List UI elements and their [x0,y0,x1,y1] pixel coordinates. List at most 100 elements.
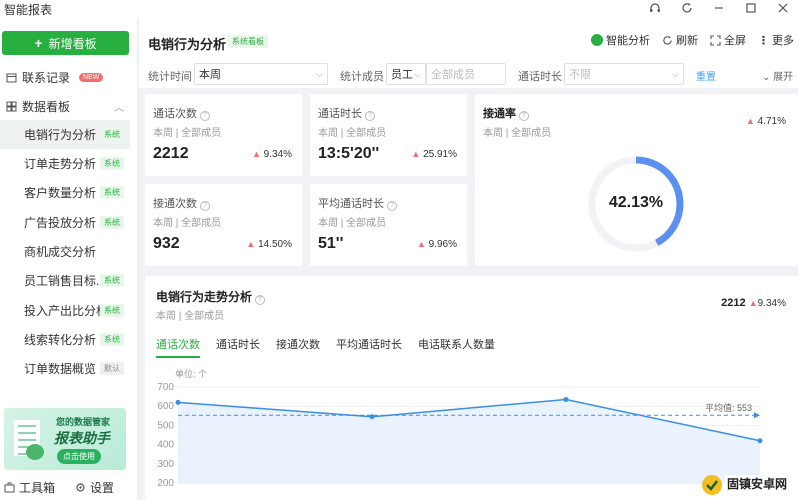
expand-label: 展开 [773,72,794,83]
header-actions: 智能分析 刷新 全屏 ⋮ 更多 [591,32,794,48]
time-select[interactable]: 本周 ⌵ [194,63,328,85]
promo-tagline: 您的数据管家 [56,417,111,427]
kpi-change: ▲ 9.96% [416,239,457,250]
refresh-icon[interactable] [680,2,694,17]
y-tick-label: 200 [157,478,174,489]
nav-tag: 系统 [100,216,124,229]
kpi-title: 接通次数? [153,195,210,211]
duration-select[interactable]: 不限 ⌵ [564,63,684,85]
sidebar-item-ad-delivery[interactable]: 广告投放分析 系统 [0,208,130,237]
sidebar-item-order-overview[interactable]: 订单数据概览 默认 [0,354,130,383]
system-board-badge: 系统看板 [228,35,268,48]
minimize-icon[interactable] [712,2,726,17]
nav-label: 客户数量分析 [24,186,97,200]
sidebar-item-customer-count[interactable]: 客户数量分析 系统 [0,178,130,207]
kpi-card-call-count[interactable]: 通话次数? 本周 | 全部成员 2212 ▲ 9.34% [145,94,302,176]
smart-analysis-label: 智能分析 [606,35,650,47]
new-board-button[interactable]: + 新增看板 [2,31,129,55]
kpi-value: 51'' [318,235,344,252]
help-icon: ? [200,201,210,211]
nav-tag: 系统 [100,274,124,287]
tab-call-count[interactable]: 通话次数 [156,336,200,358]
help-icon: ? [519,111,529,121]
expand-button[interactable]: ⌄ 展开 [762,68,793,83]
average-arrow [754,412,760,419]
average-label: 平均值: 553 [705,402,752,413]
title-bar: 智能报表 [0,0,798,18]
rate-value: 42.13% [608,194,664,211]
plus-icon: + [34,35,43,51]
rate-title: 接通率? [483,105,529,121]
nav-label: 线索转化分析 [24,333,97,347]
filter-bar: 统计时间 本周 ⌵ 统计成员 员工 ⌵ 全部成员 通话时长 不限 ⌵ 重置 ⌄ … [139,60,798,88]
help-icon: ? [387,201,397,211]
kpi-title: 通话时长? [318,105,375,121]
member-filter-label: 统计成员 [340,71,384,83]
sidebar: + 新增看板 联系记录 NEW 数据看板 ︿ 电销行为分析 系统 订单走势分析 … [0,18,138,500]
sidebar-bottom-tools: 工具箱 设置 [4,479,114,496]
nav-tag: 系统 [100,186,124,199]
chevron-up-icon[interactable]: ︿ [114,99,124,114]
tab-call-duration[interactable]: 通话时长 [216,336,260,358]
sidebar-item-staff-target[interactable]: 员工销售目标... 系统 [0,266,130,295]
reset-link[interactable]: 重置 [696,68,716,83]
svg-text:固镇安卓网: 固镇安卓网 [727,476,787,491]
fullscreen-button[interactable]: 全屏 [710,32,746,48]
sidebar-item-contact-log[interactable]: 联系记录 NEW [6,69,130,86]
tab-avg-duration[interactable]: 平均通话时长 [336,336,402,358]
report-assistant-banner[interactable]: 您的数据管家 报表助手 点击使用 [4,408,126,470]
y-tick-label: 600 [157,401,174,412]
kpi-change: ▲ 25.91% [411,149,457,160]
help-icon: ? [365,111,375,121]
headset-icon[interactable] [648,2,662,17]
member-type-select[interactable]: 员工 ⌵ [386,63,426,85]
toolbox-button[interactable]: 工具箱 [4,479,55,496]
sidebar-item-lead-conversion[interactable]: 线索转化分析 系统 [0,325,130,354]
settings-button[interactable]: 设置 [75,479,114,496]
nav-label: 广告投放分析 [24,216,97,230]
chart-unit-label: 单位: 个 [175,369,208,379]
tab-connected-count[interactable]: 接通次数 [276,336,320,358]
arrow-up-icon: ▲ [411,149,421,159]
kpi-card-call-duration[interactable]: 通话时长? 本周 | 全部成员 13:5'20'' ▲ 25.91% [310,94,467,176]
close-icon[interactable] [776,2,790,17]
smart-analysis-button[interactable]: 智能分析 [591,32,650,48]
kpi-value: 13:5'20'' [318,145,380,162]
promo-cta-button[interactable]: 点击使用 [57,449,101,464]
trend-panel: 电销行为走势分析? 本周 | 全部成员 2212 ▲9.34% 通话次数 通话时… [145,276,798,500]
more-label: 更多 [772,35,794,47]
robot-icon [591,34,603,46]
kpi-card-connected-count[interactable]: 接通次数? 本周 | 全部成员 932 ▲ 14.50% [145,184,302,266]
arrow-up-icon: ▲ [745,116,755,126]
tab-contact-count[interactable]: 电话联系人数量 [418,336,495,358]
sidebar-item-call-behavior[interactable]: 电销行为分析 系统 [0,120,130,149]
more-button[interactable]: ⋮ 更多 [758,32,794,48]
refresh-button[interactable]: 刷新 [662,32,698,48]
nav-label: 商机成交分析 [24,245,97,259]
sidebar-item-order-trend[interactable]: 订单走势分析 系统 [0,149,130,178]
kpi-subtitle: 本周 | 全部成员 [318,218,387,229]
member-type-value: 员工 [391,69,413,81]
maximize-icon[interactable] [744,2,758,17]
settings-label: 设置 [90,481,115,495]
watermark-logo: 固镇安卓网 [702,475,793,495]
connection-rate-card[interactable]: 接通率? 本周 | 全部成员 ▲ 4.71% 42.13% [475,94,798,266]
sidebar-group-data-boards[interactable]: 数据看板 ︿ [6,98,130,115]
time-select-value: 本周 [199,69,221,81]
window-controls [648,0,790,18]
nav-label: 订单走势分析 [24,157,97,171]
new-badge: NEW [79,73,104,82]
sidebar-item-roi[interactable]: 投入产出比分析 系统 [0,296,130,325]
sidebar-item-deal-conversion[interactable]: 商机成交分析 [0,237,130,266]
y-tick-label: 300 [157,459,174,470]
y-tick-label: 500 [157,420,174,431]
member-placeholder: 全部成员 [431,69,475,81]
nav-label: 订单数据概览 [24,362,97,376]
page-header: 电销行为分析 系统看板 智能分析 刷新 全屏 ⋮ 更多 [139,18,798,60]
member-select[interactable]: 全部成员 [426,63,506,85]
trend-title: 电销行为走势分析? [156,288,266,305]
arrow-up-icon: ▲ [748,298,758,308]
kpi-card-avg-duration[interactable]: 平均通话时长? 本周 | 全部成员 51'' ▲ 9.96% [310,184,467,266]
kpi-value: 932 [153,235,180,252]
nav-tag: 系统 [100,128,124,141]
